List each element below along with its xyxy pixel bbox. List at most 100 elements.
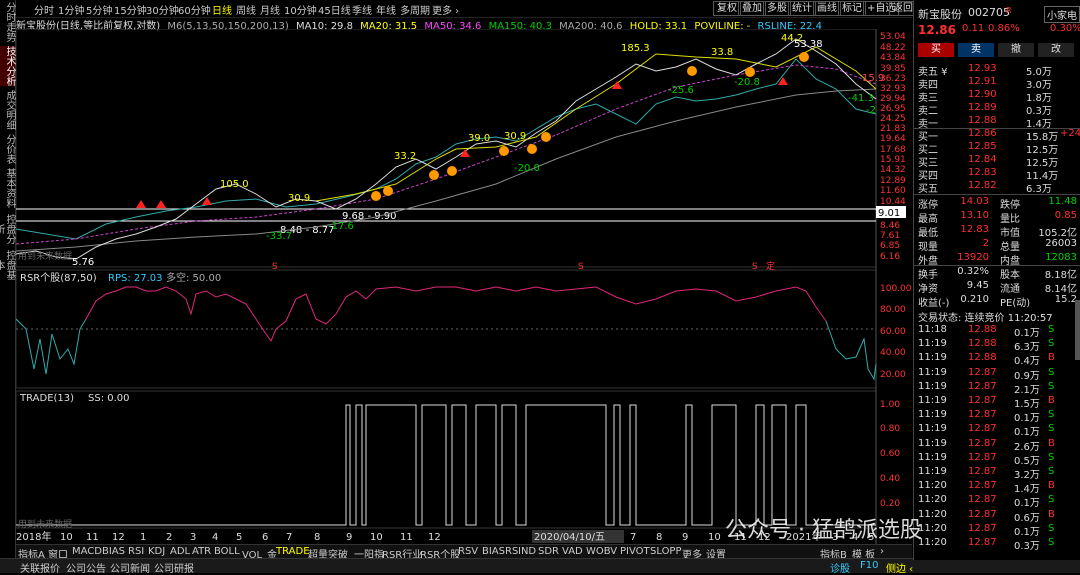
tab-control-analysis[interactable]: 控盘分析 bbox=[0, 212, 15, 246]
tab-price-table[interactable]: 分价表 bbox=[0, 134, 15, 164]
mark-button[interactable]: 标记 bbox=[838, 1, 866, 16]
tab-slopp[interactable]: SLOPP bbox=[650, 546, 682, 557]
ask-row[interactable]: 卖一 12.88 1.4万 bbox=[914, 115, 1080, 130]
bid-row[interactable]: 买一 12.86 15.8万 +24 bbox=[914, 128, 1080, 143]
period-60min[interactable]: 60分钟 bbox=[178, 2, 211, 17]
sidebar-toggle[interactable]: 侧边 ‹ bbox=[886, 560, 913, 575]
y-label: 14.32 bbox=[880, 165, 906, 175]
period-weekly[interactable]: 周线 bbox=[236, 2, 256, 17]
cancel-order-button[interactable]: 撤 bbox=[998, 43, 1034, 57]
bid-row[interactable]: 买二 12.85 12.5万 bbox=[914, 141, 1080, 156]
stats-button[interactable]: 统计 bbox=[788, 1, 816, 16]
tick-time: 11:20 bbox=[918, 537, 947, 548]
tick-price: 12.87 bbox=[968, 480, 997, 492]
tab-sdr[interactable]: SDR bbox=[538, 546, 559, 557]
period-monthly[interactable]: 月线 bbox=[260, 2, 280, 17]
stat-value: 15.2 bbox=[1054, 294, 1077, 305]
tab-rsi[interactable]: RSI bbox=[128, 546, 144, 557]
link-company-announcements[interactable]: 公司公告 bbox=[66, 560, 106, 575]
ask-row[interactable]: 卖三 12.90 1.8万 bbox=[914, 89, 1080, 104]
tab-bias[interactable]: BIAS bbox=[102, 546, 125, 557]
tick-side: B bbox=[1048, 480, 1055, 492]
period-fenshi[interactable]: 分时 bbox=[34, 2, 54, 17]
bid-price: 12.83 bbox=[968, 167, 997, 178]
x-label: 8 bbox=[656, 532, 662, 543]
tab-intraday[interactable]: 分时走势 bbox=[0, 2, 15, 42]
tab-adl[interactable]: ADL bbox=[170, 546, 190, 557]
ask-row[interactable]: 卖五 ¥ 12.93 5.0万 bbox=[914, 63, 1080, 78]
period-15min[interactable]: 15分钟 bbox=[114, 2, 147, 17]
tick-row: 11:20 12.87 0.1万 S bbox=[914, 523, 1080, 538]
tab-technical-analysis[interactable]: 技术分析 bbox=[0, 46, 15, 86]
coin-signal-icon bbox=[527, 144, 537, 154]
period-multi[interactable]: 多周期 bbox=[400, 2, 430, 17]
tab-kdj[interactable]: KDJ bbox=[148, 546, 165, 557]
tab-trade-details[interactable]: 成交明细 bbox=[0, 90, 15, 130]
tick-price: 12.87 bbox=[968, 380, 997, 392]
marker-s-1: S bbox=[272, 262, 278, 272]
annot-53-38: 53.38 bbox=[794, 39, 823, 50]
annot-30-9b: 30.9 bbox=[288, 193, 310, 204]
period-45day[interactable]: 45日线 bbox=[318, 2, 351, 17]
annot-33-8: 33.8 bbox=[711, 47, 733, 58]
link-company-research[interactable]: 公司研报 bbox=[154, 560, 194, 575]
ask-price: 12.89 bbox=[968, 102, 997, 113]
sector-badge[interactable]: 小家电 bbox=[1044, 6, 1080, 23]
period-more[interactable]: 更多 › bbox=[432, 2, 459, 17]
period-quarter[interactable]: 季线 bbox=[352, 2, 372, 17]
tab-wobv[interactable]: WOBV bbox=[586, 546, 617, 557]
trade-y-label: 0.20 bbox=[880, 499, 900, 509]
tab-vad[interactable]: VAD bbox=[562, 546, 583, 557]
tab-trade[interactable]: TRADE bbox=[276, 546, 310, 557]
period-1min[interactable]: 1分钟 bbox=[58, 2, 84, 17]
tab-pivot[interactable]: PIVOT bbox=[620, 546, 650, 557]
period-year[interactable]: 年线 bbox=[376, 2, 396, 17]
ask-price: 12.90 bbox=[968, 89, 997, 100]
ask-row[interactable]: 卖二 12.89 0.3万 bbox=[914, 102, 1080, 117]
buy-button[interactable]: 买 bbox=[918, 43, 954, 57]
bid-row[interactable]: 买五 12.82 6.3万 bbox=[914, 180, 1080, 195]
wechat-watermark: 公众号 · 猛鹄派选股 bbox=[725, 518, 922, 543]
scrollbar[interactable] bbox=[1075, 300, 1080, 360]
marker-ding: 定 bbox=[766, 260, 775, 272]
marker-s-3: S bbox=[752, 262, 758, 272]
multi-stock-button[interactable]: 多股 bbox=[763, 1, 791, 16]
trade-watermark: 用到未来数据 bbox=[18, 518, 72, 530]
y-label: 48.22 bbox=[880, 43, 906, 53]
tab-next-arrow-icon[interactable]: › bbox=[880, 546, 884, 557]
tab-biasrs[interactable]: BIASRS bbox=[482, 546, 518, 557]
stat-value: 14.03 bbox=[960, 196, 989, 207]
annot-neg25-6: -25.6 bbox=[668, 85, 694, 96]
tab-atr[interactable]: ATR bbox=[192, 546, 211, 557]
modify-order-button[interactable]: 改 bbox=[1038, 43, 1074, 57]
bid-row[interactable]: 买三 12.84 12.5万 bbox=[914, 154, 1080, 169]
trade-title[interactable]: TRADE(13) bbox=[19, 393, 74, 404]
period-5min[interactable]: 5分钟 bbox=[86, 2, 112, 17]
tab-ind[interactable]: IND bbox=[518, 546, 536, 557]
adjust-button[interactable]: 复权 bbox=[713, 1, 741, 16]
tab-boll[interactable]: BOLL bbox=[214, 546, 240, 557]
period-daily[interactable]: 日线 bbox=[212, 2, 232, 17]
overlay-button[interactable]: 叠加 bbox=[738, 1, 766, 16]
tab-macd[interactable]: MACD bbox=[72, 546, 102, 557]
y-label: 36.23 bbox=[880, 74, 906, 84]
tab-rsv[interactable]: RSV bbox=[458, 546, 478, 557]
trade-ss: SS: 0.00 bbox=[88, 393, 130, 404]
rsr-title[interactable]: RSR个股(87,50) bbox=[20, 272, 97, 284]
period-30min[interactable]: 30分钟 bbox=[146, 2, 179, 17]
tab-control-basic[interactable]: 控盘基本 bbox=[0, 248, 15, 282]
ask-row[interactable]: 卖四 12.91 3.0万 bbox=[914, 76, 1080, 91]
stats-row: 最高 13.10 量比 0.85 bbox=[914, 210, 1080, 225]
period-10min[interactable]: 10分钟 bbox=[284, 2, 317, 17]
bid-row[interactable]: 买四 12.83 11.4万 bbox=[914, 167, 1080, 182]
link-company-news[interactable]: 公司新闻 bbox=[110, 560, 150, 575]
link-related-quotes[interactable]: 关联报价 bbox=[20, 560, 60, 575]
link-f10[interactable]: F10 bbox=[860, 560, 878, 571]
draw-line-button[interactable]: 画线 bbox=[813, 1, 841, 16]
tick-side: B bbox=[1048, 395, 1055, 406]
chart-area[interactable]: 9.01 9.68 - 9.90 8.48 - 8.77 185.3 33.8 … bbox=[16, 29, 912, 544]
sell-button[interactable]: 卖 bbox=[958, 43, 994, 57]
link-diagnose[interactable]: 诊股 bbox=[830, 560, 850, 575]
tab-basic-info[interactable]: 基本资料 bbox=[0, 168, 15, 208]
tick-time: 11:19 bbox=[918, 451, 947, 463]
